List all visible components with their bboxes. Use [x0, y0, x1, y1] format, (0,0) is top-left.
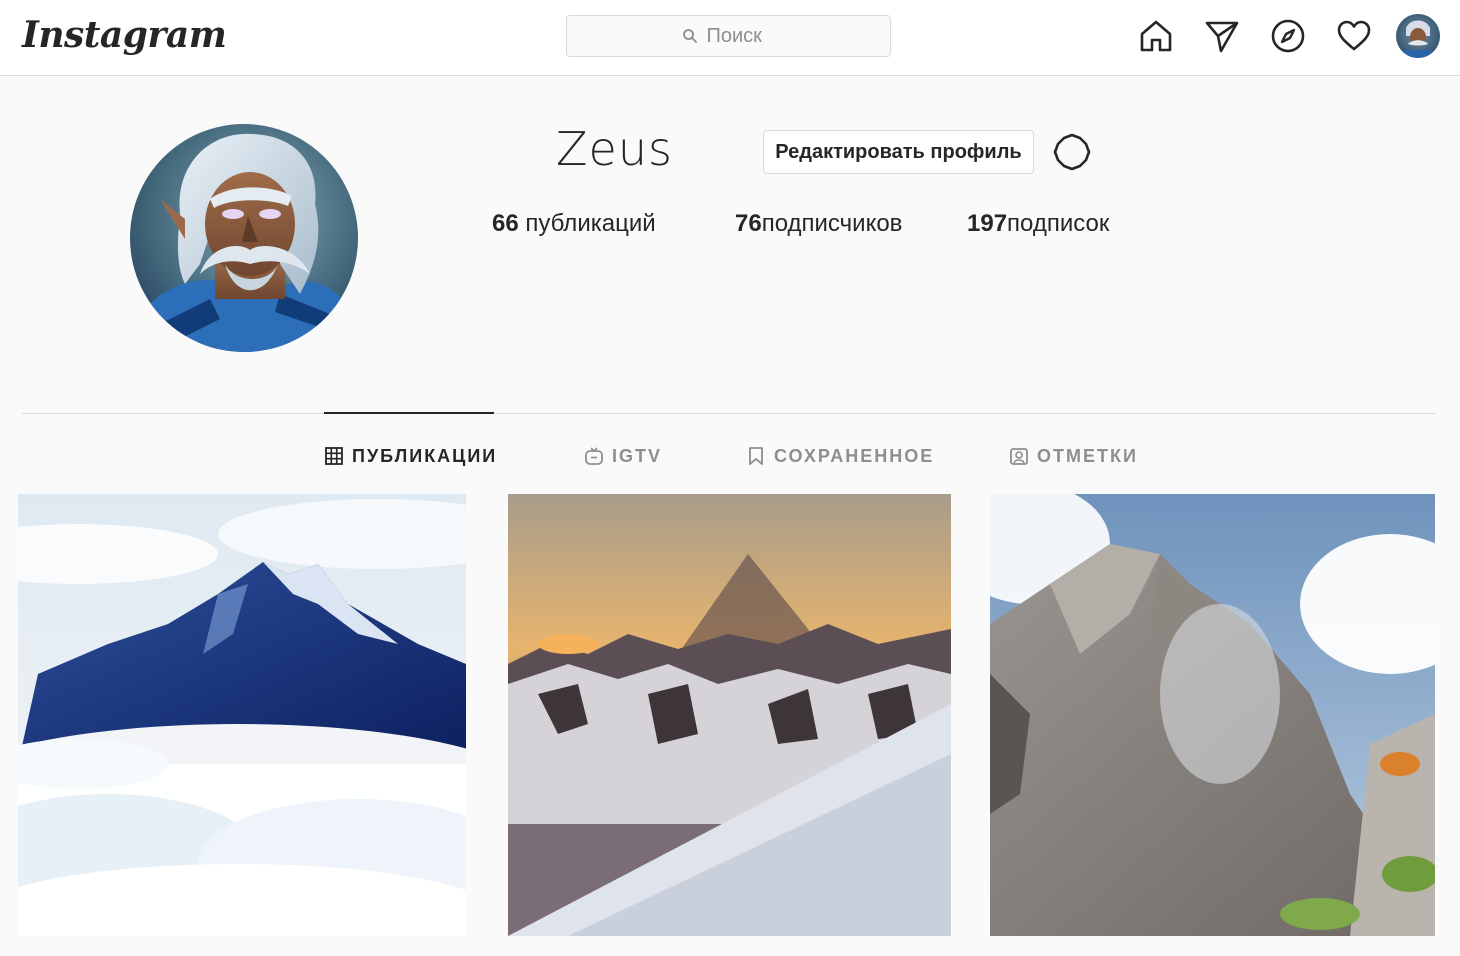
- posts-count: 66: [492, 210, 519, 237]
- active-tab-indicator: [324, 412, 494, 414]
- tab-tagged-label: ОТМЕТКИ: [1037, 445, 1138, 466]
- following-count: 197: [967, 210, 1008, 237]
- post-thumbnail[interactable]: [508, 494, 951, 936]
- profile-username: Zeus: [556, 122, 673, 176]
- tab-igtv-label: IGTV: [612, 445, 663, 466]
- edit-profile-button[interactable]: Редактировать профиль: [763, 130, 1034, 174]
- tab-saved[interactable]: СОХРАНЕННОЕ: [746, 442, 934, 470]
- profile-avatar-small[interactable]: [1396, 14, 1440, 58]
- explore-icon[interactable]: [1266, 13, 1310, 59]
- followers-label: подписчиков: [761, 210, 903, 237]
- following-label: подписок: [1007, 210, 1110, 237]
- search-icon: [682, 29, 697, 43]
- post-thumbnail[interactable]: [18, 494, 466, 936]
- following-stat[interactable]: 197подписок: [967, 210, 1109, 238]
- tab-posts-label: ПУБЛИКАЦИИ: [352, 445, 498, 466]
- grid-icon: [325, 447, 343, 465]
- tab-igtv[interactable]: IGTV: [584, 442, 662, 470]
- tab-posts[interactable]: ПУБЛИКАЦИИ: [324, 442, 497, 470]
- tab-tagged[interactable]: ОТМЕТКИ: [1009, 442, 1138, 470]
- tabs-divider: [22, 413, 1436, 414]
- post-thumbnail[interactable]: [990, 494, 1435, 936]
- followers-count: 76: [735, 210, 762, 237]
- top-navigation-bar: Instagram: [0, 0, 1460, 76]
- search-input[interactable]: [706, 24, 777, 48]
- bookmark-icon: [749, 447, 763, 465]
- direct-icon[interactable]: [1200, 13, 1244, 59]
- tagged-icon: [1010, 448, 1028, 465]
- activity-heart-icon[interactable]: [1332, 13, 1376, 59]
- followers-stat[interactable]: 76подписчиков: [735, 210, 902, 238]
- posts-label: публикаций: [525, 210, 656, 237]
- igtv-icon: [585, 447, 603, 465]
- tab-saved-label: СОХРАНЕННОЕ: [774, 445, 935, 466]
- settings-gear-icon[interactable]: [1050, 130, 1094, 174]
- posts-stat[interactable]: 66 публикаций: [492, 210, 656, 238]
- nav-icons: [1112, 13, 1440, 59]
- search-box[interactable]: [566, 15, 891, 57]
- profile-avatar[interactable]: [130, 124, 358, 352]
- home-icon[interactable]: [1134, 13, 1178, 59]
- instagram-logo[interactable]: Instagram: [22, 14, 227, 56]
